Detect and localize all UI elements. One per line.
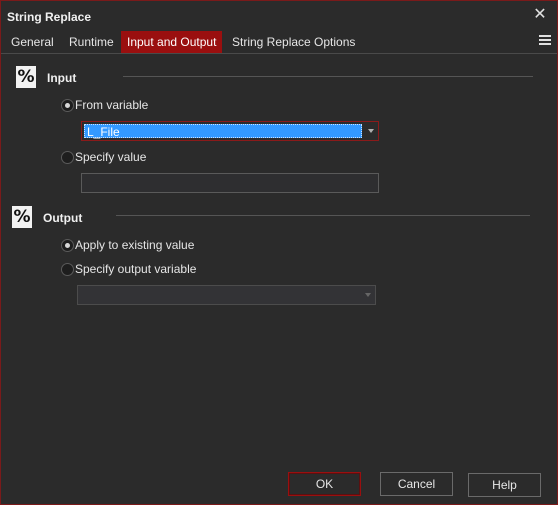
percent-icon: %: [16, 66, 36, 88]
input-variable-selected: L_File: [84, 124, 362, 139]
specify-value-radio[interactable]: [61, 151, 74, 164]
percent-icon: %: [12, 206, 32, 228]
output-section-divider: [116, 215, 530, 216]
input-variable-dropdown[interactable]: L_File: [81, 121, 379, 141]
tab-input-and-output[interactable]: Input and Output: [121, 31, 223, 53]
output-variable-dropdown[interactable]: [77, 285, 376, 305]
chevron-down-icon: [368, 129, 374, 133]
window-title: String Replace: [7, 10, 92, 24]
specify-value-field[interactable]: [81, 173, 379, 193]
output-section-title: Output: [43, 211, 83, 225]
input-section-title: Input: [47, 71, 77, 85]
help-button[interactable]: Help: [468, 473, 541, 497]
from-variable-radio[interactable]: [61, 99, 74, 112]
specify-output-variable-radio[interactable]: [61, 263, 74, 276]
close-icon[interactable]: ✕: [531, 6, 549, 24]
apply-existing-label[interactable]: Apply to existing value: [75, 238, 194, 252]
tab-string-replace-options[interactable]: String Replace Options: [226, 31, 361, 53]
chevron-down-icon: [365, 293, 371, 297]
specify-output-variable-label[interactable]: Specify output variable: [75, 262, 196, 276]
tab-content: % Input From variable L_File Specify val…: [3, 54, 555, 464]
title-bar: String Replace ✕: [1, 1, 557, 31]
ok-button[interactable]: OK: [288, 472, 361, 496]
tab-menu-icon[interactable]: [539, 35, 551, 49]
tab-general[interactable]: General: [5, 31, 60, 53]
from-variable-label[interactable]: From variable: [75, 98, 148, 112]
specify-value-label[interactable]: Specify value: [75, 150, 146, 164]
tab-bar: General Runtime Input and Output String …: [1, 31, 557, 54]
apply-existing-radio[interactable]: [61, 239, 74, 252]
tab-runtime[interactable]: Runtime: [63, 31, 120, 53]
dialog-footer: OK Cancel Help: [1, 464, 557, 504]
cancel-button[interactable]: Cancel: [380, 472, 453, 496]
input-section-divider: [123, 76, 533, 77]
string-replace-dialog: String Replace ✕ General Runtime Input a…: [0, 0, 558, 505]
